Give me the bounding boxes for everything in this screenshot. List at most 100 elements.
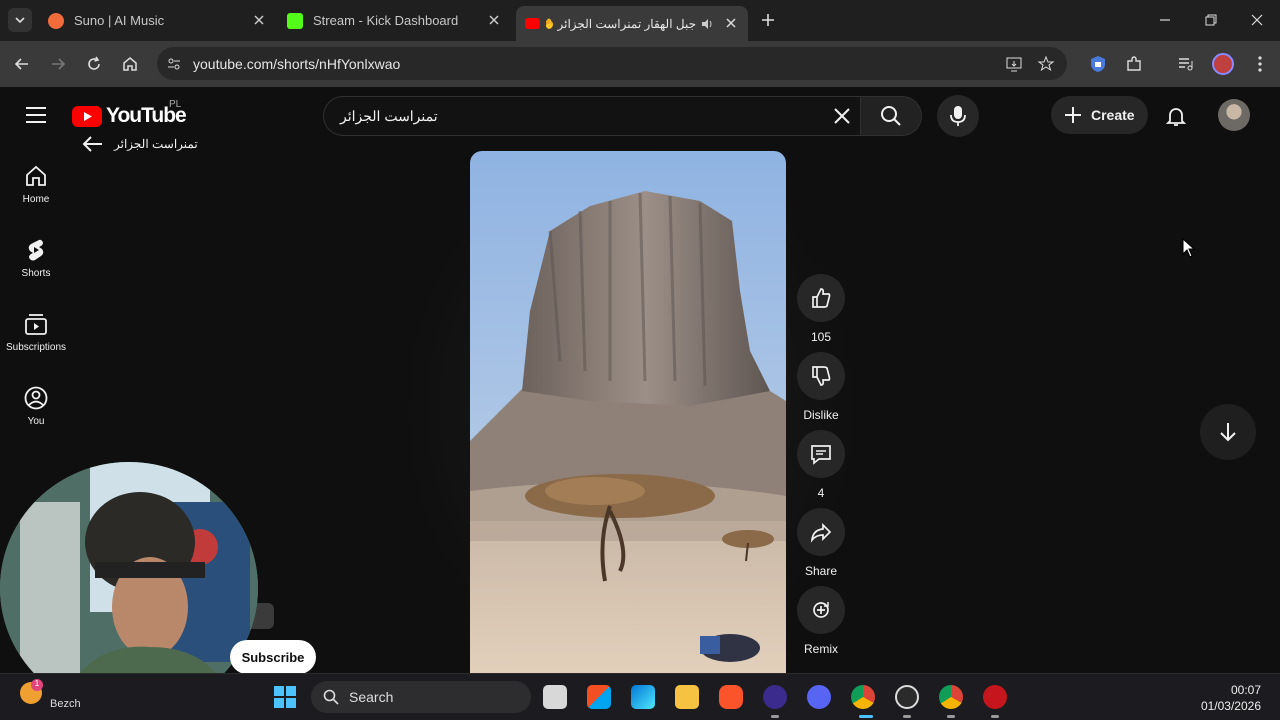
forward-arrow-icon[interactable] <box>48 54 68 74</box>
arrow-down-icon <box>1220 423 1236 442</box>
close-icon[interactable] <box>252 13 266 27</box>
reload-icon[interactable] <box>84 54 104 74</box>
short-video-player[interactable] <box>470 151 786 673</box>
share-arrow-icon <box>810 522 832 543</box>
window-close-icon[interactable] <box>1249 12 1265 28</box>
video-frame-mountain-image <box>470 151 786 673</box>
youtube-play-logo-icon <box>72 105 102 127</box>
youtube-favicon-icon <box>525 18 540 29</box>
comments-button[interactable]: 4 <box>797 430 845 500</box>
rail-label: You <box>27 416 45 427</box>
tab-title: Suno | AI Music <box>74 13 165 28</box>
weather-text: Bezch <box>50 698 81 710</box>
remix-label: Remix <box>803 642 838 656</box>
tab-title: جبل الهقار تمنراست الجزائر 🤲 <box>546 16 696 31</box>
like-button[interactable]: 105 <box>797 274 845 344</box>
extensions-puzzle-icon[interactable] <box>1124 54 1144 74</box>
search-box[interactable]: تمنراست الجزائر <box>323 96 863 136</box>
home-browser-icon[interactable] <box>120 54 140 74</box>
close-icon[interactable] <box>724 16 738 30</box>
share-button[interactable]: Share <box>797 508 845 578</box>
url-text: youtube.com/shorts/nHfYonlxwao <box>193 56 401 72</box>
file-explorer-icon[interactable] <box>675 685 699 709</box>
browser-tab-strip: Suno | AI Music Stream - Kick Dashboard … <box>0 0 1280 41</box>
back-label: تمنراست الجزائر <box>114 137 198 151</box>
subscribe-button[interactable]: Subscribe <box>230 640 316 674</box>
search-icon <box>881 106 901 126</box>
widgets-icon[interactable] <box>587 685 611 709</box>
search-icon <box>323 689 339 705</box>
mouse-cursor-icon <box>1182 238 1196 258</box>
clock-date: 01/03/2026 <box>1200 699 1261 713</box>
you-icon <box>24 386 48 410</box>
rail-item-subscriptions[interactable]: Subscriptions <box>0 312 72 353</box>
thumbs-down-icon <box>812 366 831 386</box>
next-short-button[interactable] <box>1200 404 1256 460</box>
create-button[interactable]: Create <box>1051 96 1148 134</box>
kick-favicon-icon <box>287 12 303 29</box>
dislike-label: Dislike <box>803 408 839 422</box>
new-tab-plus-icon[interactable] <box>758 10 778 30</box>
bookmark-star-icon[interactable] <box>1037 55 1055 73</box>
chrome-icon[interactable] <box>851 685 875 709</box>
subscriptions-icon <box>25 314 47 335</box>
kebab-menu-icon[interactable] <box>1250 54 1270 74</box>
minimize-icon[interactable] <box>1157 12 1173 28</box>
voice-search-button[interactable] <box>937 95 979 137</box>
account-avatar[interactable] <box>1218 99 1250 131</box>
tab-title: Stream - Kick Dashboard <box>313 13 459 28</box>
clock-time: 00:07 <box>1230 683 1261 697</box>
tab-suno[interactable]: Suno | AI Music <box>48 6 266 35</box>
plus-icon <box>1065 107 1081 123</box>
share-label: Share <box>804 564 838 578</box>
site-info-icon[interactable] <box>166 56 182 72</box>
rail-item-you[interactable]: You <box>0 386 72 427</box>
discord-icon[interactable] <box>807 685 831 709</box>
search-input[interactable]: تمنراست الجزائر <box>340 108 438 125</box>
clear-search-icon[interactable] <box>832 106 852 126</box>
tab-kick[interactable]: Stream - Kick Dashboard <box>287 6 501 35</box>
rail-label: Shorts <box>21 268 51 279</box>
media-control-icon[interactable] <box>1176 54 1196 74</box>
chevron-down-icon <box>15 17 25 24</box>
tab-search-button[interactable] <box>8 8 32 32</box>
remix-button[interactable]: Remix <box>797 586 845 656</box>
running-indicator <box>947 715 955 718</box>
back-arrow-icon <box>82 136 102 152</box>
rail-item-home[interactable]: Home <box>0 164 72 205</box>
tab-youtube-active[interactable]: جبل الهقار تمنراست الجزائر 🤲 <box>516 6 748 41</box>
install-app-icon[interactable] <box>1005 55 1023 73</box>
brave-browser-icon[interactable] <box>719 685 743 709</box>
home-icon <box>26 165 46 186</box>
extension-shield-icon[interactable] <box>1088 54 1108 74</box>
back-to-search[interactable]: تمنراست الجزائر <box>82 135 198 153</box>
active-indicator <box>859 715 873 718</box>
back-arrow-icon[interactable] <box>12 54 32 74</box>
dislike-button[interactable]: Dislike <box>797 352 845 422</box>
rail-label: Home <box>22 194 50 205</box>
taskbar-search[interactable]: Search <box>311 681 531 713</box>
close-icon[interactable] <box>487 13 501 27</box>
task-view-icon[interactable] <box>543 685 567 709</box>
app-circle-icon[interactable] <box>763 685 787 709</box>
chrome-profile-icon[interactable] <box>939 685 963 709</box>
obs-studio-icon[interactable] <box>895 685 919 709</box>
windows-start-icon[interactable] <box>273 685 297 709</box>
search-button[interactable] <box>860 96 922 136</box>
browser-toolbar: youtube.com/shorts/nHfYonlxwao <box>0 41 1280 87</box>
speaker-icon[interactable] <box>700 17 714 31</box>
comment-icon <box>811 445 831 465</box>
notifications-bell-icon[interactable] <box>1164 104 1188 128</box>
notification-dot-icon: 1 <box>31 679 43 691</box>
clock[interactable]: 00:07 01/03/2026 <box>1201 682 1261 714</box>
hamburger-menu-icon[interactable] <box>26 106 46 124</box>
restore-icon[interactable] <box>1203 12 1219 28</box>
red-app-icon[interactable] <box>983 685 1007 709</box>
rail-item-shorts[interactable]: Shorts <box>0 238 72 279</box>
taskbar-search-label: Search <box>349 689 394 705</box>
microsoft-store-icon[interactable] <box>631 685 655 709</box>
address-bar[interactable]: youtube.com/shorts/nHfYonlxwao <box>157 47 1067 80</box>
profile-avatar[interactable] <box>1212 53 1234 75</box>
thumbs-up-icon <box>812 288 831 308</box>
rail-label: Subscriptions <box>5 342 67 353</box>
